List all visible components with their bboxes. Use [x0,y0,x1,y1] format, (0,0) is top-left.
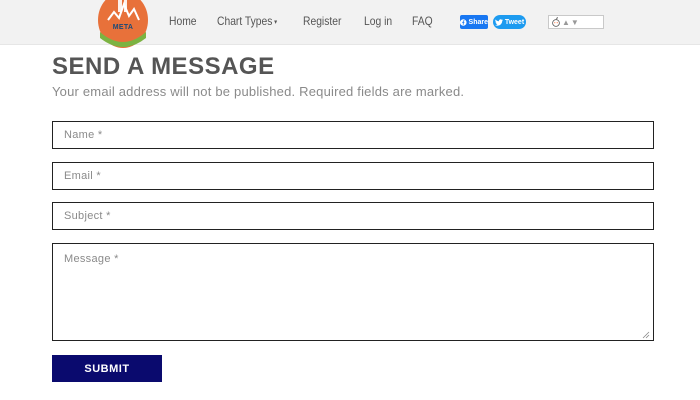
top-nav-bar: META Home Chart Types ▾ Register Log in F… [0,0,700,48]
logo-text: META [112,24,134,31]
resize-grip-icon[interactable] [642,331,650,339]
nav-login[interactable]: Log in [364,14,392,28]
page-title: SEND A MESSAGE [52,53,275,80]
form-subtitle: Your email address will not be published… [52,84,465,99]
caret-down-icon: ▾ [274,18,278,26]
nav-faq[interactable]: FAQ [412,14,433,28]
downvote-arrow-icon[interactable]: ▼ [571,18,579,27]
share-label: Share [468,18,488,26]
twitter-bird-icon [494,18,503,26]
tweet-label: Tweet [504,18,525,26]
nav-chart-types-label: Chart Types [217,14,273,28]
email-input[interactable] [52,162,654,190]
reddit-vote-widget[interactable]: ▲ ▼ [548,15,604,29]
main-nav: Home Chart Types ▾ Register Log in FAQ [169,14,452,28]
nav-home[interactable]: Home [169,14,197,28]
name-input[interactable] [52,121,654,149]
upvote-arrow-icon[interactable]: ▲ [562,18,570,27]
facebook-icon [460,18,467,26]
tweet-button[interactable]: Tweet [493,15,526,29]
reddit-icon [552,17,560,27]
nav-register[interactable]: Register [303,14,341,28]
subject-input[interactable] [52,202,654,230]
site-logo[interactable]: META [96,0,150,52]
facebook-share-button[interactable]: Share [460,15,488,29]
submit-button[interactable]: SUBMIT [52,355,162,382]
message-textarea[interactable] [52,243,654,341]
nav-chart-types[interactable]: Chart Types ▾ [217,14,277,28]
